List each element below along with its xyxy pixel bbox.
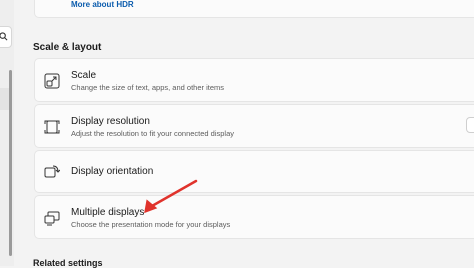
scale-subtitle: Change the size of text, apps, and other… <box>71 83 225 92</box>
section-title-scale-layout: Scale & layout <box>33 42 102 53</box>
related-settings-heading: Related settings <box>33 258 103 268</box>
multiple-displays-card[interactable]: Multiple displays Choose the presentatio… <box>34 195 474 239</box>
search-icon <box>0 28 8 46</box>
scale-card[interactable]: Scale Change the size of text, apps, and… <box>34 58 474 102</box>
display-orientation-card[interactable]: Display orientation <box>34 150 474 193</box>
display-orientation-title: Display orientation <box>71 166 154 177</box>
display-resolution-title: Display resolution <box>71 116 150 127</box>
resolution-icon <box>44 119 60 135</box>
search-button[interactable] <box>0 26 12 48</box>
display-resolution-card[interactable]: Display resolution Adjust the resolution… <box>34 104 474 148</box>
orientation-icon <box>44 164 61 180</box>
multiple-displays-title: Multiple displays <box>71 207 145 218</box>
scale-icon <box>44 73 60 89</box>
nav-scrollbar[interactable] <box>9 70 12 256</box>
multiple-displays-subtitle: Choose the presentation mode for your di… <box>71 220 231 229</box>
resolution-dropdown[interactable] <box>466 117 474 133</box>
more-about-hdr-link[interactable]: More about HDR <box>71 0 134 9</box>
scale-title: Scale <box>71 70 97 81</box>
nav-selected-item[interactable] <box>0 88 9 110</box>
display-resolution-subtitle: Adjust the resolution to fit your connec… <box>71 129 235 138</box>
multiple-displays-icon <box>44 210 60 226</box>
